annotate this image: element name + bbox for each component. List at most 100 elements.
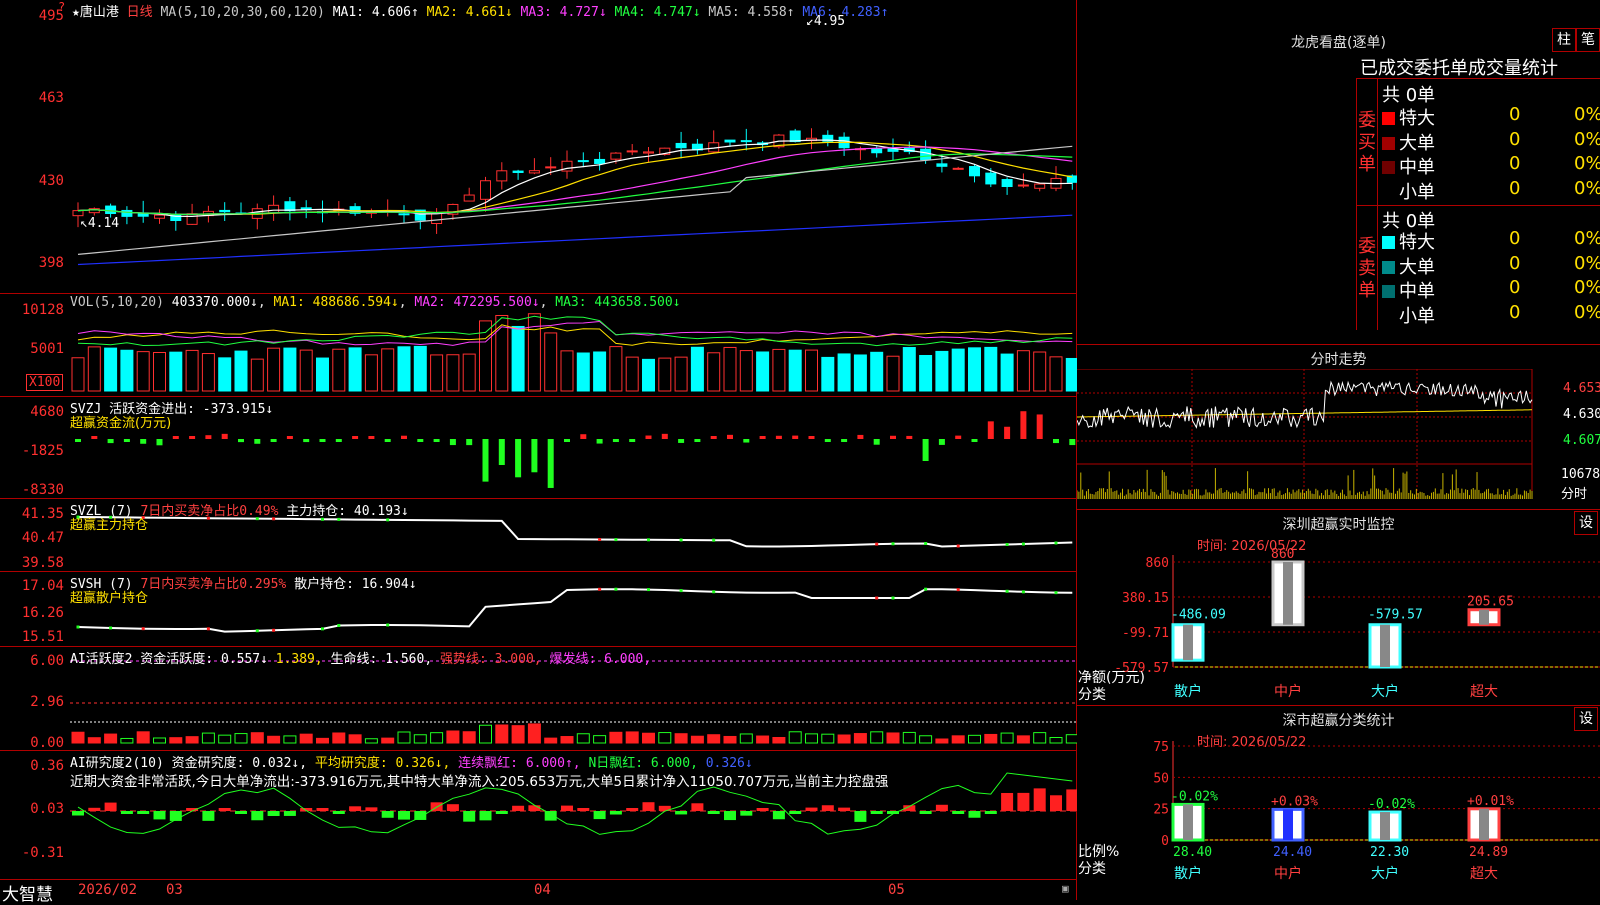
volume-bar bbox=[984, 346, 998, 392]
activity-bar bbox=[495, 724, 509, 744]
candle-body bbox=[626, 150, 638, 153]
activity-bar bbox=[968, 734, 981, 744]
volume-bar bbox=[332, 348, 346, 392]
research-bar bbox=[1066, 789, 1077, 811]
flow-bar bbox=[629, 439, 636, 442]
monitor-bar-shade bbox=[1380, 624, 1390, 667]
flow-bar bbox=[91, 436, 98, 439]
class-value-label: 24.40 bbox=[1273, 845, 1312, 860]
holding-dot bbox=[1005, 589, 1009, 593]
buy-order-label: 委买单 bbox=[1358, 110, 1376, 175]
color-swatch bbox=[1382, 260, 1395, 274]
lock-icon[interactable]: ▣ bbox=[1062, 882, 1069, 895]
activity-bar bbox=[593, 735, 607, 744]
sz-monitor-chart[interactable]: 860380.15-99.71-579.57-486.09散户860中户-579… bbox=[1077, 510, 1600, 706]
research-bar bbox=[267, 811, 280, 816]
ai-activity-panel[interactable]: AI活跃度2 资金活跃度: 0.557↓ 1.389, 生命线: 1.560, … bbox=[0, 647, 1077, 751]
flow-bar bbox=[417, 439, 424, 442]
sz-class-panel[interactable]: 深市超赢分类统计 设 时间: 2026/05/22 75 50 25 0 -0.02% 2… bbox=[1077, 706, 1600, 900]
candle-body bbox=[496, 170, 508, 182]
vol-value: 403370.000↓ bbox=[171, 295, 258, 310]
activity-bar bbox=[218, 734, 232, 744]
svsh-tick: 16.26 bbox=[21, 605, 64, 621]
svsh-tick: 15.51 bbox=[21, 629, 64, 645]
flow-bar bbox=[580, 434, 587, 439]
volume-bar bbox=[250, 358, 264, 392]
volume-bar bbox=[756, 351, 770, 392]
candlestick-chart[interactable] bbox=[0, 0, 1077, 294]
research-bar bbox=[544, 811, 557, 821]
axis-tick: -99.71 bbox=[1122, 626, 1169, 641]
candle-body bbox=[610, 152, 622, 160]
price-panel[interactable]: ? ★唐山港 日线 MA(5,10,20,30,60,120) MA1: 4.6… bbox=[0, 0, 1077, 294]
flow-bar bbox=[433, 439, 440, 442]
tick-mode-button[interactable]: 笔 bbox=[1576, 28, 1600, 52]
activity-bar bbox=[951, 735, 965, 744]
holding-dot bbox=[1054, 591, 1058, 595]
ai2-legend-b: 平均研究度: 0.326↓, bbox=[314, 756, 451, 771]
main-chart-area[interactable]: ? ★唐山港 日线 MA(5,10,20,30,60,120) MA1: 4.6… bbox=[0, 0, 1077, 905]
candle-body bbox=[920, 148, 932, 161]
ai2-legend-e: 0.326↓ bbox=[705, 756, 753, 771]
date-bar[interactable]: 大智慧 2026/02 03 04 05 ▣ bbox=[0, 880, 1077, 905]
order-size-label: 小单 bbox=[1399, 181, 1435, 203]
intraday-chart[interactable] bbox=[1077, 369, 1600, 509]
activity-bar bbox=[185, 736, 199, 744]
flow-bar bbox=[890, 435, 896, 439]
bar-mode-button[interactable]: 柱 bbox=[1552, 28, 1576, 52]
flow-bar bbox=[172, 436, 179, 439]
unit-button[interactable]: X100 bbox=[26, 374, 64, 391]
volume-bar bbox=[153, 351, 166, 392]
volume-bar bbox=[544, 332, 558, 392]
order-percent: 0% bbox=[1574, 153, 1600, 174]
intraday-panel[interactable]: 分时走势 4.653 4.630 4.607 10678 分时 bbox=[1077, 345, 1600, 510]
ai-research-panel[interactable]: AI研究度2(10) 资金研究度: 0.032↓, 平均研究度: 0.326↓,… bbox=[0, 751, 1077, 880]
flow-bar bbox=[564, 439, 570, 442]
holding-dot bbox=[614, 538, 618, 542]
holding-dot bbox=[875, 542, 879, 546]
candle-body bbox=[121, 209, 133, 217]
order-percent: 0% bbox=[1574, 228, 1600, 249]
svzl-panel[interactable]: SVZL (7) 7日内买卖净占比0.49% 主力持仓: 40.193↓ 超赢主… bbox=[0, 499, 1077, 572]
flow-bar bbox=[547, 439, 554, 488]
order-row: 大单 bbox=[1382, 129, 1435, 155]
high-marker: ↙4.95 bbox=[806, 14, 846, 29]
volume-bar bbox=[479, 320, 492, 392]
svsh-panel[interactable]: SVSH (7) 7日内买卖净占比0.295% 散户持仓: 16.904↓ 超赢… bbox=[0, 572, 1077, 647]
svzj-sub: 超赢资金流(万元) bbox=[70, 416, 172, 431]
sz-class-chart[interactable]: 75 50 25 0 -0.02% 28.40 散户 +0.03% 24.40 中户 -0.02% 2… bbox=[1077, 706, 1600, 900]
research-bar bbox=[724, 811, 736, 821]
volume-legend: VOL(5,10,20) 403370.000↓, MA1: 488686.59… bbox=[70, 295, 681, 310]
order-row: 大单 bbox=[1382, 253, 1435, 279]
research-bar bbox=[283, 811, 296, 816]
candle-body bbox=[936, 163, 948, 167]
order-percent: 0% bbox=[1574, 301, 1600, 323]
holding-dot bbox=[255, 629, 259, 633]
activity-bar bbox=[446, 730, 460, 744]
ai2-legend: AI研究度2(10) 资金研究度: 0.032↓, 平均研究度: 0.326↓,… bbox=[70, 752, 753, 771]
holding-dot bbox=[386, 623, 390, 627]
candle-body bbox=[512, 170, 524, 173]
ai2-tick: -0.31 bbox=[21, 845, 64, 861]
holding-line bbox=[77, 516, 1073, 548]
holding-dot bbox=[712, 590, 716, 594]
order-row: 小单 bbox=[1382, 302, 1435, 328]
svzj-panel[interactable]: SVZJ 活跃资金进出: -373.915↓ 超赢资金流(万元) 4680 -1… bbox=[0, 397, 1077, 499]
candle-body bbox=[1001, 179, 1013, 188]
research-bar bbox=[1017, 792, 1030, 811]
sz-monitor-panel[interactable]: 深圳超赢实时监控 设 时间: 2026/05/22 860 380.15 -99.7… bbox=[1077, 510, 1600, 706]
order-size-label: 大单 bbox=[1399, 256, 1435, 278]
flow-bar bbox=[792, 435, 799, 439]
longhu-panel[interactable]: 龙虎看盘(逐单) 柱 笔 已成交委托单成交量统计 委买单 委卖单 共 0单 共 … bbox=[1077, 0, 1600, 345]
research-bar bbox=[805, 807, 818, 811]
volume-panel[interactable]: VOL(5,10,20) 403370.000↓, MA1: 488686.59… bbox=[0, 294, 1077, 397]
category-label: 中户 bbox=[1274, 683, 1302, 700]
order-count: 0 bbox=[1509, 153, 1521, 174]
longhu-tabs[interactable]: 已成交委托单成交量统计 bbox=[1360, 54, 1558, 80]
longhu-col-divider bbox=[1377, 78, 1378, 330]
research-bar bbox=[593, 811, 606, 820]
activity-bar bbox=[919, 735, 933, 744]
volume-bar bbox=[739, 350, 753, 392]
flow-bar bbox=[238, 439, 244, 443]
ai1-tick: 2.96 bbox=[30, 694, 64, 710]
